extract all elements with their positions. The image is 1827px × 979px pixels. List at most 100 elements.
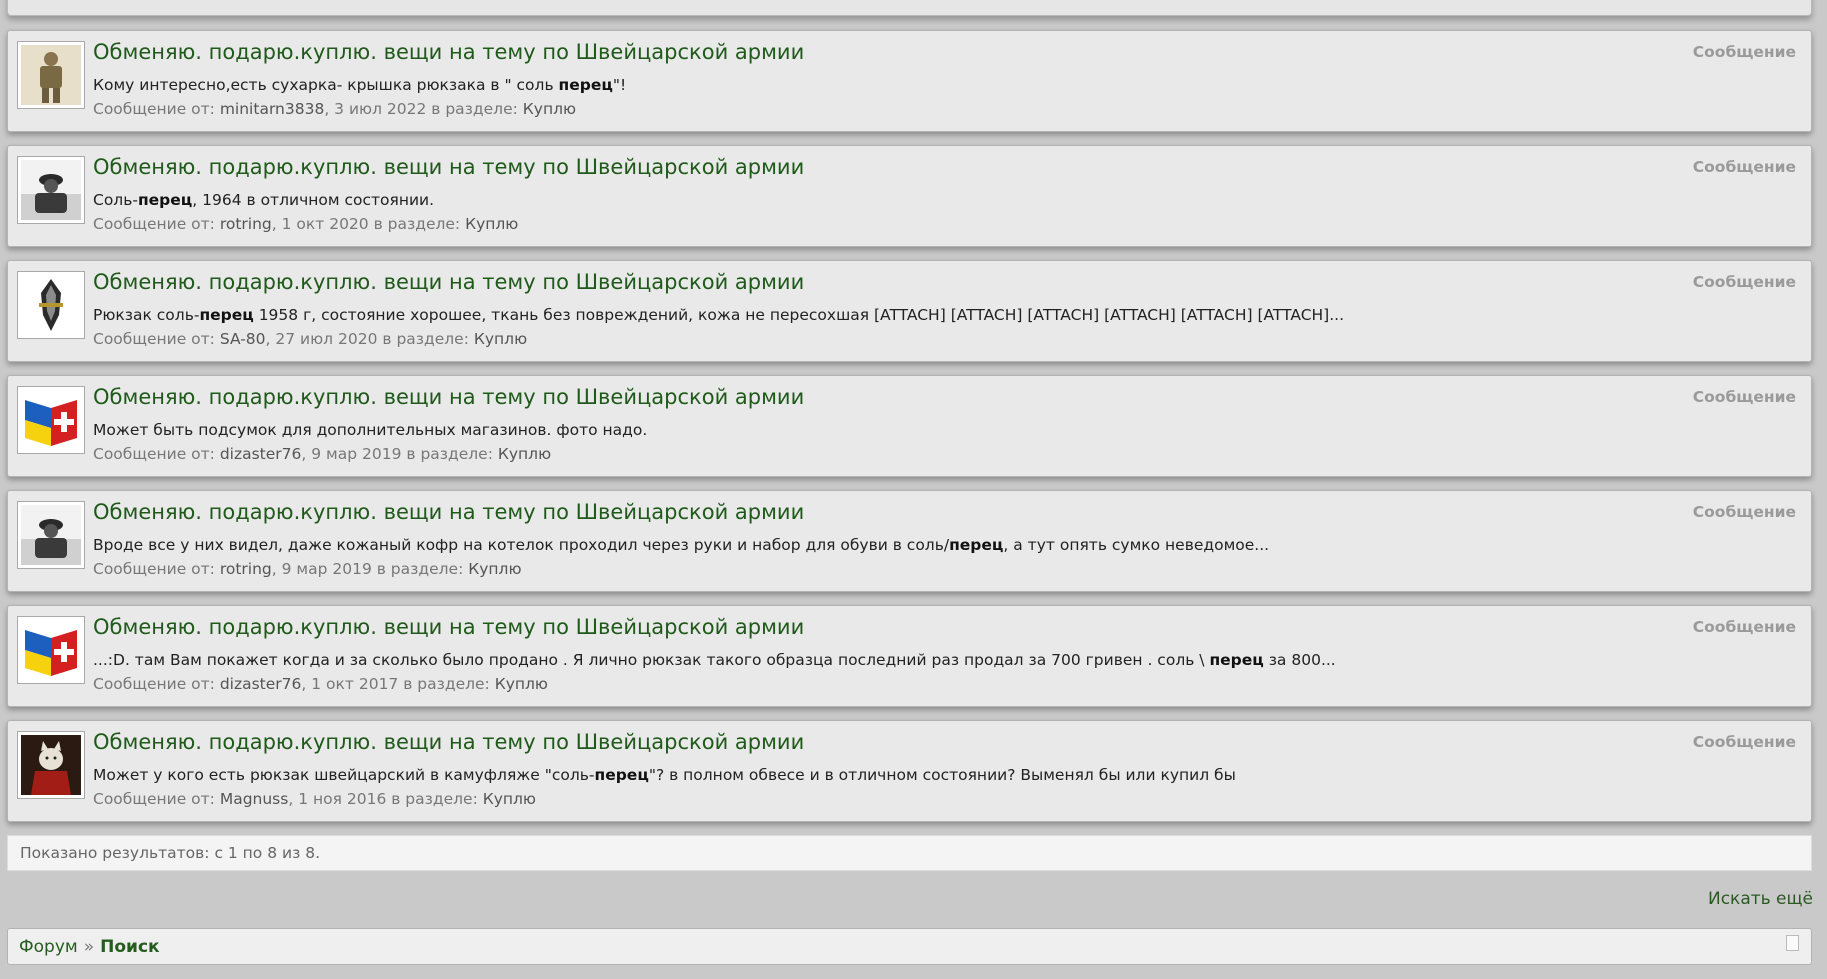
meta-date: , 1 окт 2020 в разделе: — [271, 215, 466, 233]
result-type-label: Сообщение — [1692, 503, 1796, 521]
author-link[interactable]: rotring — [220, 215, 272, 233]
snippet-highlight: перец — [558, 76, 613, 94]
result-snippet: Рюкзак соль-перец 1958 г, состояние хоро… — [93, 306, 1344, 324]
breadcrumb: Форум» Поиск — [7, 928, 1812, 965]
meta-date: , 9 мар 2019 в разделе: — [301, 445, 498, 463]
search-results-list: Обменяю. подарю.куплю. вещи на тему по Ш… — [7, 30, 1812, 835]
search-more-link[interactable]: Искать ещё — [1708, 889, 1813, 909]
result-snippet: Вроде все у них видел, даже кожаный кофр… — [93, 536, 1269, 554]
soldier-photo-icon — [21, 45, 81, 105]
result-type-label: Сообщение — [1692, 733, 1796, 751]
ukraine-swiss-flags-icon — [21, 390, 81, 450]
snippet-text: , а тут опять сумко неведомое... — [1003, 536, 1270, 554]
result-title-link[interactable]: Обменяю. подарю.куплю. вещи на тему по Ш… — [93, 385, 804, 409]
author-link[interactable]: rotring — [220, 560, 272, 578]
result-meta: Сообщение от: rotring, 1 окт 2020 в разд… — [93, 215, 518, 233]
meta-prefix: Сообщение от: — [93, 675, 220, 693]
search-result-item: Обменяю. подарю.куплю. вещи на тему по Ш… — [7, 605, 1812, 707]
meta-date: , 1 окт 2017 в разделе: — [301, 675, 495, 693]
cat-portrait-icon — [21, 735, 81, 795]
snippet-text: Рюкзак соль- — [93, 306, 200, 324]
meta-prefix: Сообщение от: — [93, 560, 220, 578]
meta-date: , 3 июл 2022 в разделе: — [324, 100, 523, 118]
snippet-highlight: перец — [949, 536, 1004, 554]
result-title-link[interactable]: Обменяю. подарю.куплю. вещи на тему по Ш… — [93, 500, 804, 524]
result-title-link[interactable]: Обменяю. подарю.куплю. вещи на тему по Ш… — [93, 730, 804, 754]
result-title-link[interactable]: Обменяю. подарю.куплю. вещи на тему по Ш… — [93, 155, 804, 179]
snippet-highlight: перец — [137, 191, 193, 209]
meta-date: , 1 ноя 2016 в разделе: — [288, 790, 483, 808]
snippet-highlight: перец — [594, 766, 649, 784]
meta-prefix: Сообщение от: — [93, 330, 220, 348]
snippet-highlight: перец — [199, 306, 254, 324]
meta-prefix: Сообщение от: — [93, 100, 220, 118]
result-snippet: Соль-перец, 1964 в отличном состоянии. — [93, 191, 434, 209]
avatar[interactable] — [17, 501, 85, 569]
result-meta: Сообщение от: dizaster76, 1 окт 2017 в р… — [93, 675, 548, 693]
meta-date: , 27 июл 2020 в разделе: — [265, 330, 474, 348]
meta-prefix: Сообщение от: — [93, 445, 220, 463]
forum-section-link[interactable]: Куплю — [474, 330, 527, 348]
search-result-item: Обменяю. подарю.куплю. вещи на тему по Ш… — [7, 30, 1812, 132]
avatar[interactable] — [17, 156, 85, 224]
snippet-text: 1958 г, состояние хорошее, ткань без пов… — [253, 306, 1344, 324]
avatar[interactable] — [17, 41, 85, 109]
breadcrumb-current: Поиск — [100, 937, 160, 957]
avatar[interactable] — [17, 616, 85, 684]
snippet-text: Может быть подсумок для дополнительных м… — [93, 421, 648, 439]
snippet-text: Может у кого есть рюкзак швейцарский в к… — [93, 766, 595, 784]
forum-section-link[interactable]: Куплю — [495, 675, 548, 693]
meta-prefix: Сообщение от: — [93, 790, 220, 808]
search-result-item: Обменяю. подарю.куплю. вещи на тему по Ш… — [7, 375, 1812, 477]
breadcrumb-separator: » — [83, 937, 95, 957]
pagination-summary-text: Показано результатов: с 1 по 8 из 8. — [20, 844, 321, 862]
result-snippet: Кому интересно,есть сухарка- крышка рюкз… — [93, 76, 626, 94]
avatar[interactable] — [17, 731, 85, 799]
pagination-summary: Показано результатов: с 1 по 8 из 8. — [7, 835, 1812, 871]
result-meta: Сообщение от: SA-80, 27 июл 2020 в разде… — [93, 330, 527, 348]
author-link[interactable]: SA-80 — [220, 330, 266, 348]
result-type-label: Сообщение — [1692, 158, 1796, 176]
result-title-link[interactable]: Обменяю. подарю.куплю. вещи на тему по Ш… — [93, 270, 804, 294]
soldier-bw-photo-icon — [21, 505, 81, 565]
result-snippet: Может быть подсумок для дополнительных м… — [93, 421, 647, 439]
result-meta: Сообщение от: minitarn3838, 3 июл 2022 в… — [93, 100, 576, 118]
search-result-item: Обменяю. подарю.куплю. вещи на тему по Ш… — [7, 260, 1812, 362]
author-link[interactable]: minitarn3838 — [220, 100, 324, 118]
result-snippet: ...:D. там Вам покажет когда и за скольк… — [93, 651, 1336, 669]
forum-section-link[interactable]: Куплю — [523, 100, 576, 118]
snippet-text: ...:D. там Вам покажет когда и за скольк… — [93, 651, 1210, 669]
avatar[interactable] — [17, 386, 85, 454]
result-title-link[interactable]: Обменяю. подарю.куплю. вещи на тему по Ш… — [93, 615, 804, 639]
snippet-text: Соль- — [93, 191, 138, 209]
snippet-text: "? в полном обвесе и в отличном состояни… — [648, 766, 1236, 784]
snippet-highlight: перец — [1209, 651, 1264, 669]
avatar[interactable] — [17, 271, 85, 339]
document-icon[interactable] — [1786, 935, 1799, 951]
result-snippet: Может у кого есть рюкзак швейцарский в к… — [93, 766, 1236, 784]
ukraine-swiss-flags-icon — [21, 620, 81, 680]
result-title-link[interactable]: Обменяю. подарю.куплю. вещи на тему по Ш… — [93, 40, 804, 64]
breadcrumb-forum-link[interactable]: Форум — [19, 937, 78, 957]
snippet-text: "! — [612, 76, 627, 94]
snippet-text: Кому интересно,есть сухарка- крышка рюкз… — [93, 76, 559, 94]
result-meta: Сообщение от: rotring, 9 мар 2019 в разд… — [93, 560, 522, 578]
search-result-item: Обменяю. подарю.куплю. вещи на тему по Ш… — [7, 490, 1812, 592]
result-type-label: Сообщение — [1692, 388, 1796, 406]
result-type-label: Сообщение — [1692, 43, 1796, 61]
meta-prefix: Сообщение от: — [93, 215, 220, 233]
snippet-text: за 800... — [1263, 651, 1336, 669]
forum-section-link[interactable]: Куплю — [468, 560, 521, 578]
result-meta: Сообщение от: dizaster76, 9 мар 2019 в р… — [93, 445, 551, 463]
forum-section-link[interactable]: Куплю — [465, 215, 518, 233]
soldier-bw-photo-icon — [21, 160, 81, 220]
previous-result-card — [7, 0, 1812, 16]
author-link[interactable]: Magnuss — [220, 790, 289, 808]
forum-section-link[interactable]: Куплю — [498, 445, 551, 463]
author-link[interactable]: dizaster76 — [220, 445, 302, 463]
meta-date: , 9 мар 2019 в разделе: — [271, 560, 469, 578]
snippet-text: , 1964 в отличном состоянии. — [192, 191, 435, 209]
result-type-label: Сообщение — [1692, 618, 1796, 636]
forum-section-link[interactable]: Куплю — [483, 790, 536, 808]
author-link[interactable]: dizaster76 — [220, 675, 302, 693]
